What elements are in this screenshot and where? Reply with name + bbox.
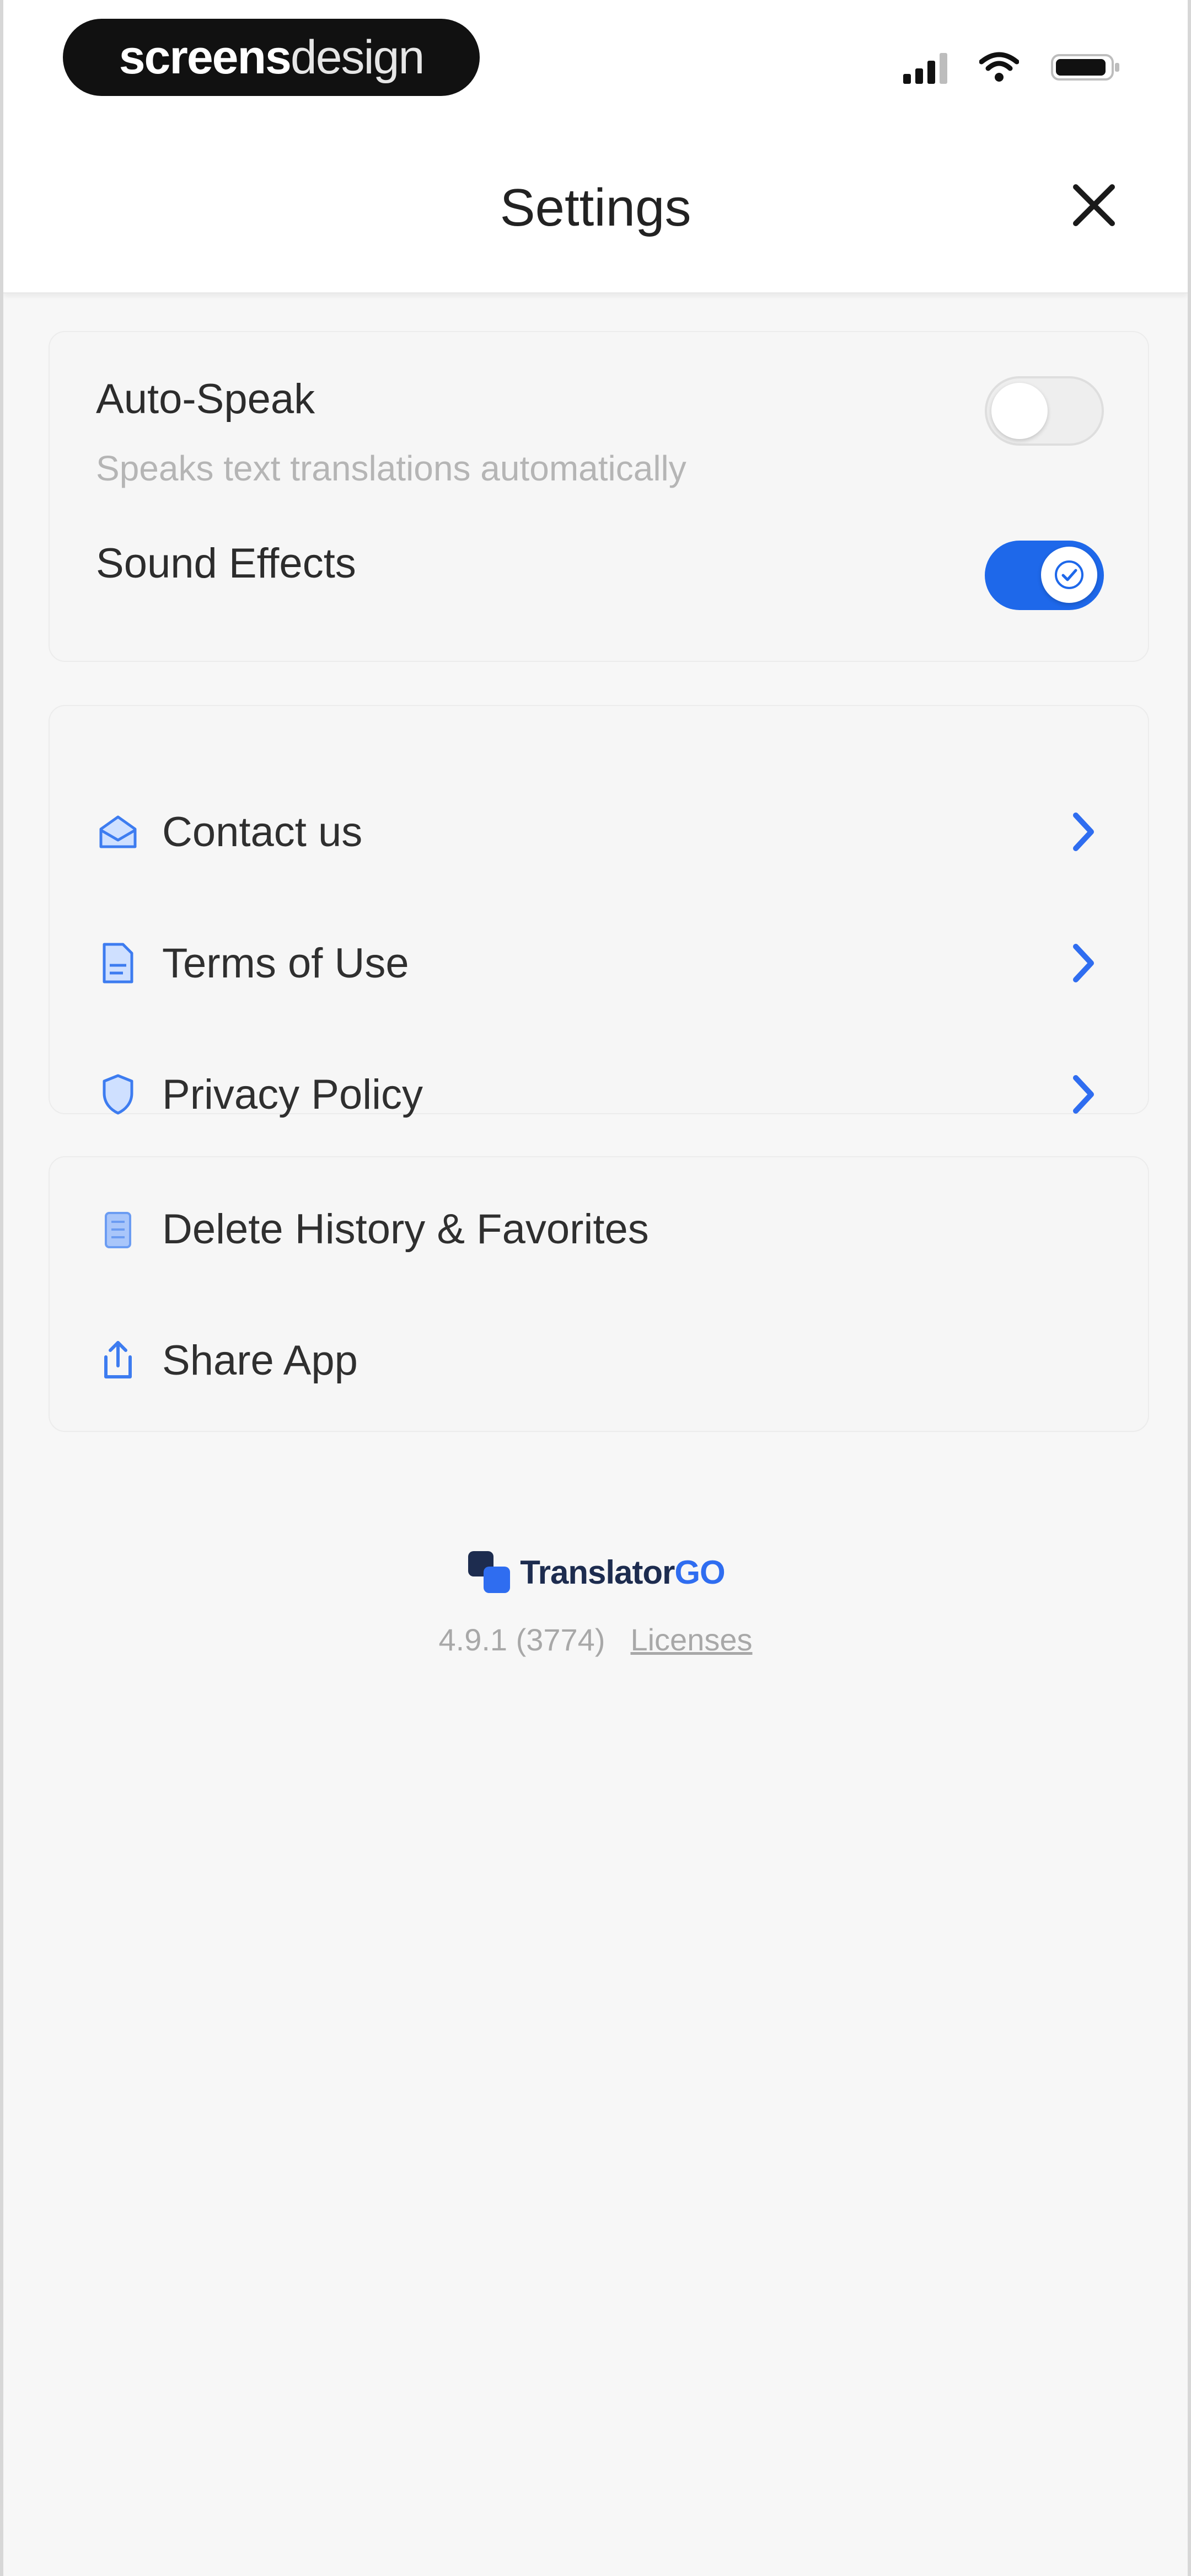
app-logo-text-main: Translator [520, 1553, 675, 1591]
translator-logo-icon [468, 1551, 511, 1593]
toggle-knob [1041, 547, 1097, 603]
delete-history-label: Delete History & Favorites [162, 1205, 649, 1253]
page-title: Settings [500, 178, 691, 237]
chevron-right-icon [1064, 938, 1103, 988]
version-info: 4.9.1 (3774) Licenses [3, 1622, 1188, 1658]
document-icon [96, 941, 140, 985]
privacy-policy-row[interactable]: Privacy Policy [50, 1039, 1148, 1150]
status-bar: screens design [3, 0, 1188, 127]
version-number: 4.9.1 (3774) [438, 1622, 605, 1657]
brand-light-text: design [290, 30, 425, 84]
toggle-knob [991, 383, 1048, 439]
status-icons [903, 50, 1122, 84]
auto-speak-subtitle: Speaks text translations automatically [96, 448, 686, 488]
app-logo-text: TranslatorGO [520, 1553, 725, 1591]
sound-effects-toggle[interactable] [985, 541, 1104, 610]
auto-speak-toggle[interactable] [985, 376, 1104, 446]
chevron-right-icon [1064, 807, 1103, 857]
battery-icon [1051, 51, 1122, 83]
sound-effects-row: Sound Effects [96, 541, 1104, 610]
share-icon [96, 1338, 140, 1382]
settings-screen: screens design Settings Auto-Speak Speak… [0, 0, 1191, 2576]
chevron-right-icon [1064, 1070, 1103, 1119]
wifi-icon [979, 51, 1019, 83]
brand-bold-text: screens [119, 30, 292, 84]
terms-of-use-label: Terms of Use [162, 939, 409, 987]
toggles-card: Auto-Speak Speaks text translations auto… [49, 331, 1149, 662]
brand-watermark: screens design [63, 19, 480, 96]
header: Settings [3, 127, 1188, 293]
signal-icon [903, 50, 947, 84]
sound-effects-title: Sound Effects [96, 540, 356, 587]
share-app-row[interactable]: Share App [50, 1305, 1148, 1415]
delete-history-row[interactable]: Delete History & Favorites [50, 1174, 1148, 1284]
auto-speak-title: Auto-Speak [96, 376, 315, 423]
terms-of-use-row[interactable]: Terms of Use [50, 908, 1148, 1018]
app-logo-text-accent: GO [674, 1553, 725, 1591]
shield-icon [96, 1072, 140, 1116]
checkmark-icon [1055, 560, 1083, 589]
mail-icon [96, 810, 140, 854]
close-icon [1073, 184, 1115, 226]
contact-us-row[interactable]: Contact us [50, 777, 1148, 887]
licenses-link[interactable]: Licenses [630, 1622, 752, 1658]
trash-icon [96, 1207, 140, 1251]
app-logo: TranslatorGO [3, 1549, 1188, 1595]
share-app-label: Share App [162, 1337, 358, 1384]
contact-us-label: Contact us [162, 808, 363, 856]
links-card: Contact us Terms of Use Privacy Policy [49, 705, 1149, 1118]
privacy-policy-label: Privacy Policy [162, 1071, 423, 1118]
auto-speak-row: Auto-Speak Speaks text translations auto… [96, 376, 1104, 489]
actions-card: Delete History & Favorites Share App [49, 1156, 1149, 1432]
close-button[interactable] [1061, 172, 1127, 238]
